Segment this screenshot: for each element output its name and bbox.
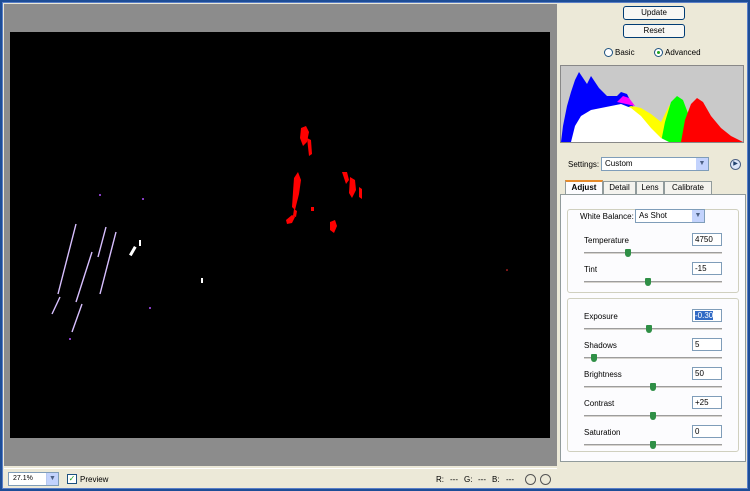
tint-slider[interactable]: [584, 278, 722, 286]
preview-label: Preview: [80, 475, 109, 484]
g-value: ---: [478, 475, 486, 484]
temperature-slider[interactable]: [584, 249, 722, 257]
advanced-label: Advanced: [665, 48, 701, 57]
rotate-right-icon[interactable]: [540, 474, 551, 485]
contrast-label: Contrast: [584, 399, 615, 408]
white-balance-select[interactable]: As Shot ▼: [635, 209, 705, 223]
exposure-slider[interactable]: [584, 325, 722, 333]
tint-field[interactable]: -15: [692, 262, 722, 275]
settings-label: Settings:: [568, 160, 600, 169]
saturation-field[interactable]: 0: [692, 425, 722, 438]
adjust-panel: White Balance: As Shot ▼ Temperature 475…: [560, 194, 746, 462]
basic-label: Basic: [615, 48, 635, 57]
zoom-select[interactable]: 27.1% ▼: [8, 472, 59, 486]
exposure-label: Exposure: [584, 312, 618, 321]
brightness-slider-thumb[interactable]: [650, 383, 656, 391]
brightness-label: Brightness: [584, 370, 622, 379]
zoom-value: 27.1%: [13, 475, 33, 482]
white-balance-value: As Shot: [639, 211, 668, 220]
contrast-slider-thumb[interactable]: [650, 412, 656, 420]
advanced-radio[interactable]: [654, 48, 663, 57]
exposure-field[interactable]: -0.30: [692, 309, 722, 322]
brightness-field[interactable]: 50: [692, 367, 722, 380]
preview-image: [51, 126, 508, 340]
rotate-left-icon[interactable]: [525, 474, 536, 485]
shadows-field[interactable]: 5: [692, 338, 722, 351]
tab-adjust[interactable]: Adjust: [565, 180, 603, 195]
saturation-slider[interactable]: [584, 441, 722, 449]
shadows-label: Shadows: [584, 341, 617, 350]
temperature-slider-thumb[interactable]: [625, 249, 631, 257]
saturation-label: Saturation: [584, 428, 621, 437]
tint-slider-thumb[interactable]: [645, 278, 651, 286]
exposure-slider-thumb[interactable]: [646, 325, 652, 333]
status-bar: 27.1% ▼ ✓ Preview R: --- G: --- B: ---: [4, 468, 557, 488]
reset-button[interactable]: Reset: [623, 24, 685, 38]
preview-checkbox[interactable]: ✓: [67, 474, 77, 484]
tab-detail[interactable]: Detail: [603, 181, 636, 194]
saturation-slider-thumb[interactable]: [650, 441, 656, 449]
camera-raw-window: 27.1% ▼ ✓ Preview R: --- G: --- B: --- U…: [2, 2, 748, 489]
preview-area: [4, 4, 557, 466]
shadows-slider[interactable]: [584, 354, 722, 362]
histogram: [560, 65, 744, 143]
b-label: B:: [492, 475, 500, 484]
temperature-field[interactable]: 4750: [692, 233, 722, 246]
image-preview[interactable]: [10, 32, 550, 438]
r-value: ---: [450, 475, 458, 484]
tab-lens[interactable]: Lens: [636, 181, 664, 194]
settings-select[interactable]: Custom ▼: [601, 157, 709, 171]
brightness-slider[interactable]: [584, 383, 722, 391]
b-value: ---: [506, 475, 514, 484]
basic-radio[interactable]: [604, 48, 613, 57]
contrast-slider[interactable]: [584, 412, 722, 420]
temperature-label: Temperature: [584, 236, 629, 245]
contrast-field[interactable]: +25: [692, 396, 722, 409]
update-button[interactable]: Update: [623, 6, 685, 20]
shadows-slider-thumb[interactable]: [591, 354, 597, 362]
tint-label: Tint: [584, 265, 598, 274]
g-label: G:: [464, 475, 473, 484]
flyout-menu-icon[interactable]: ▶: [730, 159, 741, 170]
white-balance-label: White Balance:: [580, 212, 634, 221]
settings-value: Custom: [605, 159, 633, 168]
chevron-down-icon[interactable]: ▼: [696, 158, 708, 170]
tab-calibrate[interactable]: Calibrate: [664, 181, 712, 194]
chevron-down-icon[interactable]: ▼: [46, 473, 58, 485]
r-label: R:: [436, 475, 444, 484]
chevron-down-icon[interactable]: ▼: [692, 210, 704, 222]
